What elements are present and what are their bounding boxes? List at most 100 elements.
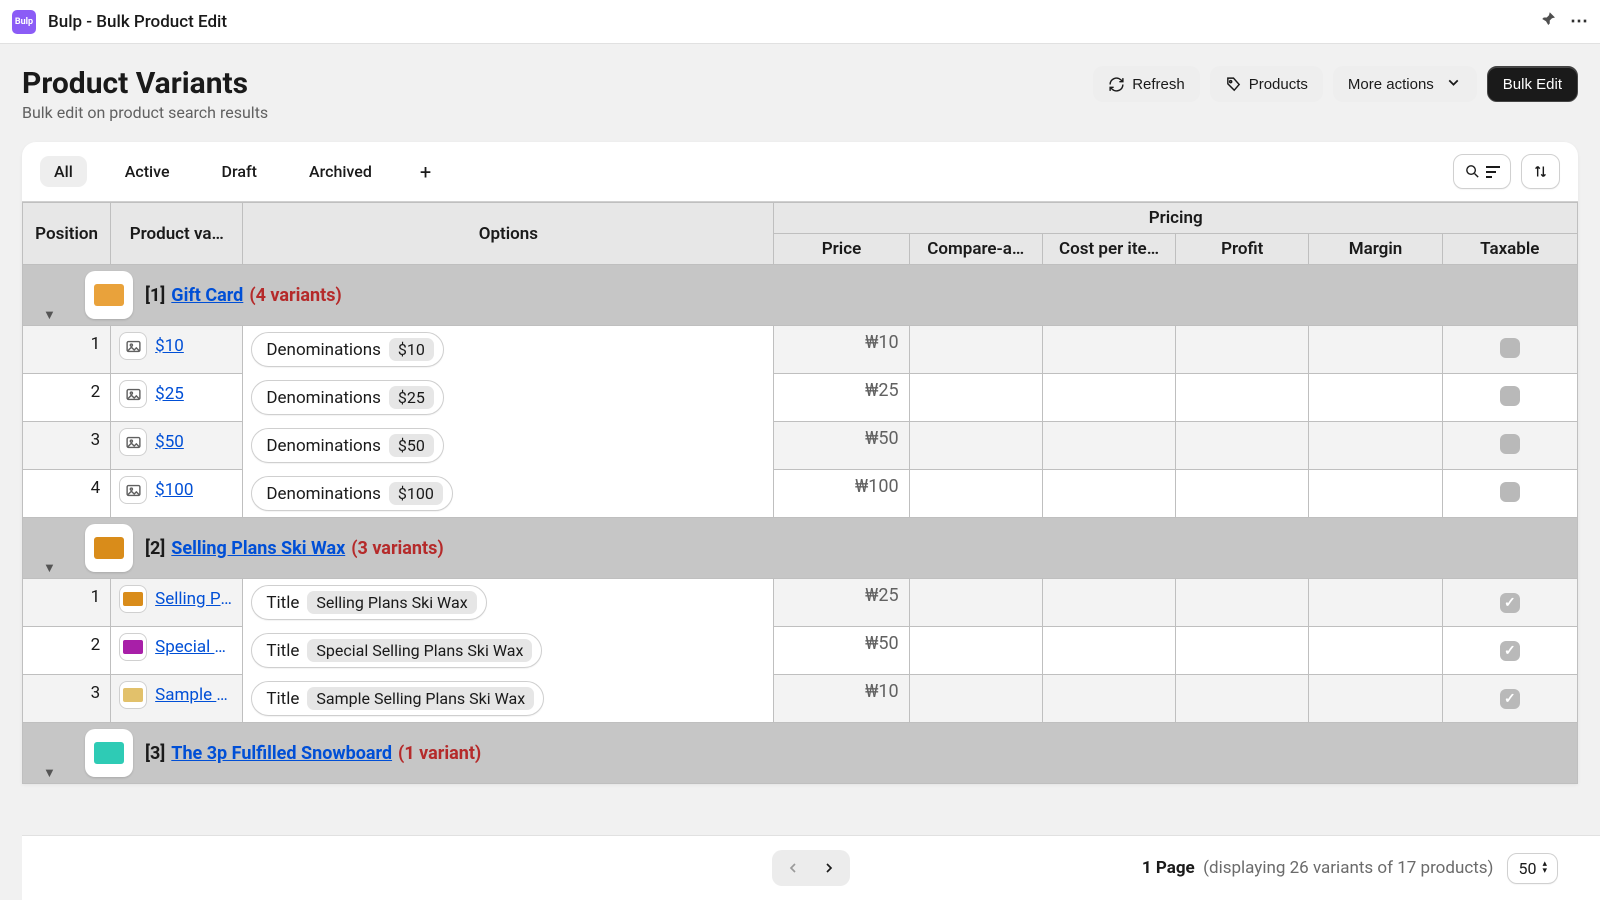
variant-link[interactable]: $10 bbox=[155, 336, 184, 356]
group-collapse-toggle[interactable]: ▼ bbox=[43, 307, 56, 323]
cell-profit[interactable] bbox=[1176, 627, 1309, 675]
cell-profit[interactable] bbox=[1176, 326, 1309, 374]
cell-cost[interactable] bbox=[1042, 675, 1175, 723]
search-filter-button[interactable] bbox=[1453, 154, 1511, 189]
tab-draft[interactable]: Draft bbox=[208, 156, 271, 187]
pager-prev[interactable] bbox=[775, 853, 811, 883]
pager-next[interactable] bbox=[811, 853, 847, 883]
col-product-variant[interactable]: Product va… bbox=[111, 203, 243, 265]
group-collapse-toggle[interactable]: ▼ bbox=[43, 765, 56, 781]
cell-margin[interactable] bbox=[1309, 627, 1442, 675]
cell-profit[interactable] bbox=[1176, 579, 1309, 627]
cell-margin[interactable] bbox=[1309, 470, 1442, 518]
cell-price[interactable]: ₩10 bbox=[774, 675, 909, 723]
cell-cost[interactable] bbox=[1042, 470, 1175, 518]
cell-cost[interactable] bbox=[1042, 326, 1175, 374]
option-chip[interactable]: Denominations$25 bbox=[251, 380, 443, 415]
pin-icon[interactable] bbox=[1540, 10, 1558, 33]
cell-profit[interactable] bbox=[1176, 422, 1309, 470]
cell-margin[interactable] bbox=[1309, 579, 1442, 627]
option-chip[interactable]: TitleSelling Plans Ski Wax bbox=[251, 585, 486, 620]
taxable-checkbox[interactable] bbox=[1500, 338, 1520, 358]
cell-price[interactable]: ₩100 bbox=[774, 470, 909, 518]
tab-add[interactable]: + bbox=[410, 158, 441, 186]
variant-link[interactable]: Special Selling Plans Ski Wax bbox=[155, 637, 234, 657]
variant-link[interactable]: $100 bbox=[155, 480, 193, 500]
variant-link[interactable]: Selling Plans Ski Wax bbox=[155, 589, 234, 609]
col-position[interactable]: Position bbox=[23, 203, 111, 265]
col-cost[interactable]: Cost per ite… bbox=[1042, 234, 1175, 265]
cell-taxable[interactable] bbox=[1442, 326, 1577, 374]
cell-compare[interactable] bbox=[909, 470, 1042, 518]
cell-price[interactable]: ₩50 bbox=[774, 422, 909, 470]
variant-thumb[interactable] bbox=[119, 476, 147, 504]
taxable-checkbox[interactable] bbox=[1500, 593, 1520, 613]
variant-thumb[interactable] bbox=[119, 681, 147, 709]
cell-compare[interactable] bbox=[909, 579, 1042, 627]
cell-cost[interactable] bbox=[1042, 579, 1175, 627]
tab-archived[interactable]: Archived bbox=[295, 156, 386, 187]
col-taxable[interactable]: Taxable bbox=[1442, 234, 1577, 265]
cell-price[interactable]: ₩50 bbox=[774, 627, 909, 675]
more-icon[interactable]: ⋯ bbox=[1570, 11, 1590, 32]
variant-link[interactable]: Sample Selling Plans Ski Wax bbox=[155, 685, 234, 705]
group-link[interactable]: The 3p Fulfilled Snowboard bbox=[171, 743, 392, 764]
col-price[interactable]: Price bbox=[774, 234, 909, 265]
taxable-checkbox[interactable] bbox=[1500, 482, 1520, 502]
option-chip[interactable]: TitleSpecial Selling Plans Ski Wax bbox=[251, 633, 542, 668]
cell-taxable[interactable] bbox=[1442, 627, 1577, 675]
variant-thumb[interactable] bbox=[119, 633, 147, 661]
cell-cost[interactable] bbox=[1042, 374, 1175, 422]
cell-margin[interactable] bbox=[1309, 374, 1442, 422]
variant-thumb[interactable] bbox=[119, 428, 147, 456]
variant-thumb[interactable] bbox=[119, 585, 147, 613]
cell-compare[interactable] bbox=[909, 374, 1042, 422]
cell-taxable[interactable] bbox=[1442, 470, 1577, 518]
taxable-checkbox[interactable] bbox=[1500, 434, 1520, 454]
cell-profit[interactable] bbox=[1176, 374, 1309, 422]
cell-margin[interactable] bbox=[1309, 326, 1442, 374]
cell-profit[interactable] bbox=[1176, 675, 1309, 723]
cell-taxable[interactable] bbox=[1442, 675, 1577, 723]
col-options[interactable]: Options bbox=[243, 203, 774, 265]
refresh-button[interactable]: Refresh bbox=[1093, 66, 1200, 102]
cell-margin[interactable] bbox=[1309, 675, 1442, 723]
tab-active[interactable]: Active bbox=[111, 156, 184, 187]
option-chip[interactable]: TitleSample Selling Plans Ski Wax bbox=[251, 681, 544, 716]
products-button[interactable]: Products bbox=[1210, 66, 1323, 102]
variant-link[interactable]: $25 bbox=[155, 384, 184, 404]
option-chip[interactable]: Denominations$50 bbox=[251, 428, 443, 463]
cell-price[interactable]: ₩10 bbox=[774, 326, 909, 374]
cell-compare[interactable] bbox=[909, 422, 1042, 470]
col-profit[interactable]: Profit bbox=[1176, 234, 1309, 265]
bulk-edit-button[interactable]: Bulk Edit bbox=[1487, 66, 1578, 102]
variant-thumb[interactable] bbox=[119, 380, 147, 408]
cell-margin[interactable] bbox=[1309, 422, 1442, 470]
cell-price[interactable]: ₩25 bbox=[774, 374, 909, 422]
cell-compare[interactable] bbox=[909, 326, 1042, 374]
col-compare[interactable]: Compare-a… bbox=[909, 234, 1042, 265]
group-collapse-toggle[interactable]: ▼ bbox=[43, 560, 56, 576]
cell-profit[interactable] bbox=[1176, 470, 1309, 518]
taxable-checkbox[interactable] bbox=[1500, 641, 1520, 661]
cell-cost[interactable] bbox=[1042, 627, 1175, 675]
variant-thumb[interactable] bbox=[119, 332, 147, 360]
option-chip[interactable]: Denominations$100 bbox=[251, 476, 452, 511]
cell-compare[interactable] bbox=[909, 627, 1042, 675]
cell-taxable[interactable] bbox=[1442, 422, 1577, 470]
cell-compare[interactable] bbox=[909, 675, 1042, 723]
cell-taxable[interactable] bbox=[1442, 579, 1577, 627]
cell-taxable[interactable] bbox=[1442, 374, 1577, 422]
group-link[interactable]: Selling Plans Ski Wax bbox=[171, 538, 345, 559]
cell-cost[interactable] bbox=[1042, 422, 1175, 470]
tab-all[interactable]: All bbox=[40, 156, 87, 187]
group-link[interactable]: Gift Card bbox=[171, 285, 243, 306]
variant-link[interactable]: $50 bbox=[155, 432, 184, 452]
col-margin[interactable]: Margin bbox=[1309, 234, 1442, 265]
option-chip[interactable]: Denominations$10 bbox=[251, 332, 443, 367]
taxable-checkbox[interactable] bbox=[1500, 386, 1520, 406]
cell-price[interactable]: ₩25 bbox=[774, 579, 909, 627]
more-actions-button[interactable]: More actions bbox=[1333, 66, 1477, 102]
taxable-checkbox[interactable] bbox=[1500, 689, 1520, 709]
page-size-select[interactable]: 50 ▴▾ bbox=[1507, 853, 1558, 884]
